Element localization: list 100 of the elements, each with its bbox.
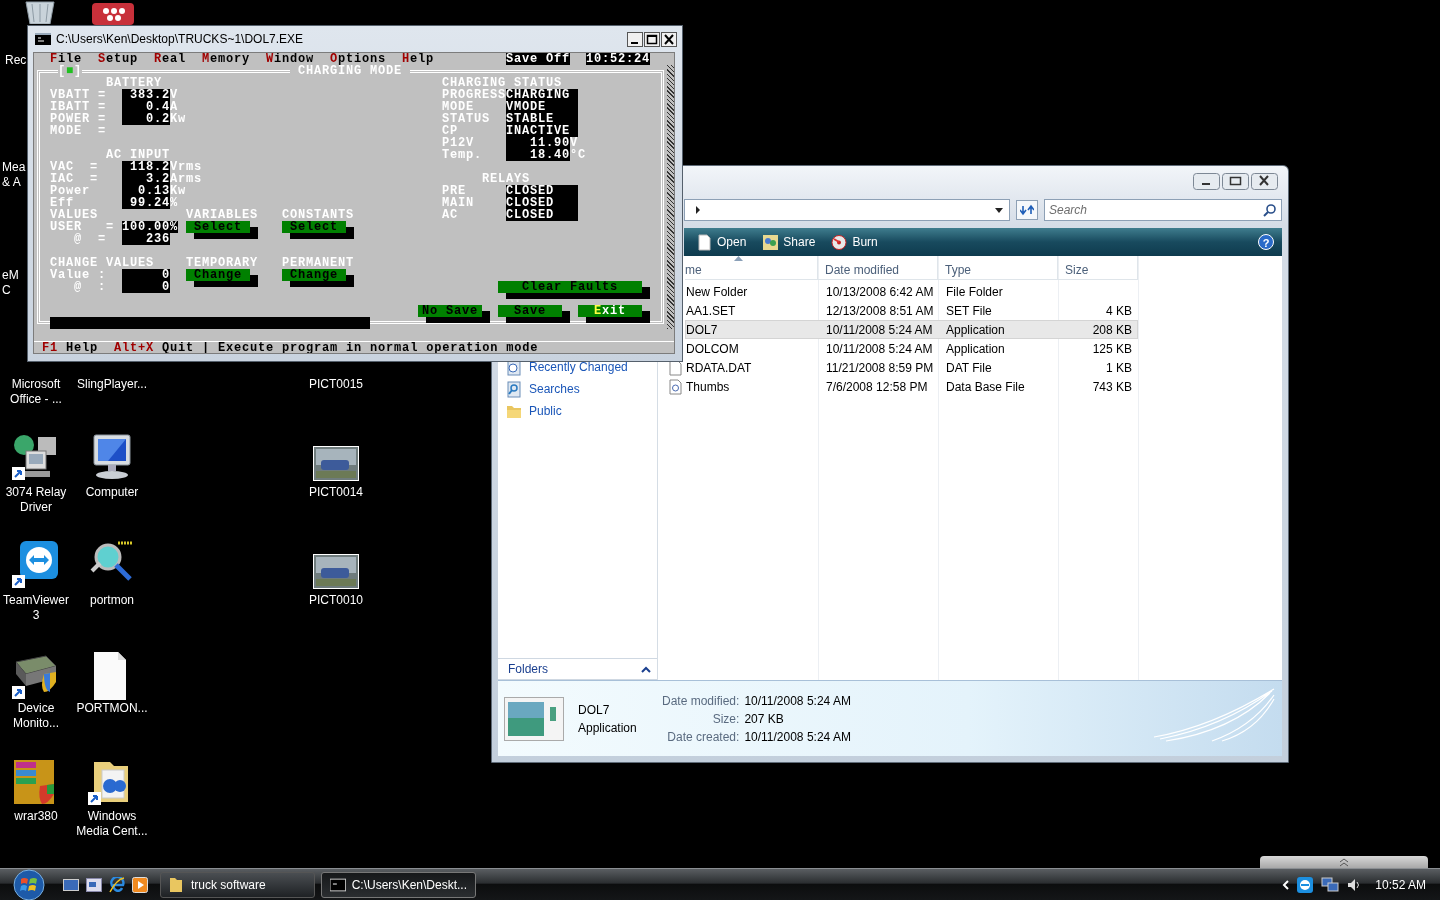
- detail-label: Date modified:: [662, 693, 740, 708]
- frame-marker: [■]: [58, 65, 82, 77]
- menu-item[interactable]: Memory: [202, 53, 250, 65]
- clock: 10:52:24: [586, 53, 650, 65]
- field-value: CLOSED: [506, 197, 578, 209]
- field-label: PRE: [442, 185, 466, 197]
- nav-item[interactable]: Public: [506, 402, 657, 420]
- app-icon[interactable]: [90, 3, 136, 25]
- chevron-left-icon[interactable]: [1282, 879, 1290, 890]
- field-unit: °C: [570, 149, 586, 161]
- field-label: MAIN: [442, 197, 474, 209]
- photo-thumbnail[interactable]: [313, 554, 359, 589]
- folders-toggle[interactable]: Folders: [498, 658, 657, 680]
- field-unit: Arms: [170, 173, 202, 185]
- file-date: 10/11/2008 5:24 AM: [825, 322, 934, 337]
- nav-item[interactable]: Searches: [506, 380, 657, 398]
- field-label: STATUS: [442, 113, 490, 125]
- icon-label[interactable]: Windows Media Cent...: [74, 809, 150, 839]
- column-header[interactable]: Date modified: [818, 256, 938, 279]
- volume-icon[interactable]: [1347, 877, 1362, 892]
- field-label: Eff: [50, 197, 74, 209]
- menu-item[interactable]: Window: [266, 53, 314, 65]
- field-unit: V: [570, 137, 578, 149]
- toolbar-button[interactable]: Open: [694, 231, 749, 253]
- maximize-button[interactable]: [1222, 172, 1249, 190]
- field-unit: A: [170, 101, 178, 113]
- file-row[interactable]: RDATA.DAT 11/21/2008 8:59 PM DAT File 1 KB: [685, 358, 1138, 377]
- photo-thumbnail[interactable]: [313, 446, 359, 481]
- window-title: C:\Users\Ken\Desktop\TRUCKS~1\DOL7.EXE: [56, 32, 305, 46]
- search-icon: [1263, 204, 1276, 217]
- detail-value: 10/11/2008 5:24 AM: [744, 693, 851, 708]
- windows-stack-icon[interactable]: [86, 877, 102, 892]
- taskbar-button[interactable]: C:\Users\Ken\Deskt...: [321, 871, 476, 898]
- section-heading: VALUES: [50, 209, 98, 221]
- close-button[interactable]: [661, 31, 677, 47]
- search-field[interactable]: Search: [1044, 199, 1282, 221]
- menu-item[interactable]: Help: [402, 53, 434, 65]
- key-hint: F1 Help: [41, 342, 99, 353]
- icon-label[interactable]: PORTMON...: [74, 701, 150, 716]
- icon-label[interactable]: eM C: [2, 268, 26, 298]
- icon-label[interactable]: Mea & A: [2, 160, 26, 190]
- refresh-button[interactable]: [1016, 200, 1038, 220]
- minimize-button[interactable]: [627, 31, 643, 47]
- icon-label[interactable]: Device Monito...: [0, 701, 74, 731]
- file-type: DAT File: [945, 360, 993, 375]
- field-label: USER =: [50, 221, 114, 233]
- detail-label: Date created:: [666, 729, 740, 744]
- database-file-icon: [669, 379, 682, 395]
- icon-label[interactable]: Rec: [5, 53, 27, 68]
- column-header[interactable]: me: [685, 256, 818, 279]
- status-message: | Execute program in normal operation mode: [201, 342, 539, 353]
- icon-label[interactable]: PICT0014: [298, 485, 374, 500]
- menu-item[interactable]: Real: [154, 53, 186, 65]
- icon-label[interactable]: wrar380: [0, 809, 74, 824]
- file-row[interactable]: DOL7 10/11/2008 5:24 AM Application 208 KB: [685, 320, 1138, 339]
- icon-label[interactable]: PICT0010: [298, 593, 374, 608]
- taskbar-button[interactable]: truck software: [160, 871, 315, 898]
- toolbar-button[interactable]: Burn: [829, 231, 880, 253]
- field-value: 11.90: [506, 137, 570, 149]
- menu-item[interactable]: File: [50, 53, 82, 65]
- column-header[interactable]: Type: [938, 256, 1058, 279]
- section-heading: CHARGING STATUS: [442, 77, 562, 89]
- icon-label[interactable]: Computer: [74, 485, 150, 500]
- icon-label[interactable]: portmon: [74, 593, 150, 608]
- minimize-button[interactable]: [1193, 172, 1220, 190]
- sort-arrow-icon: [734, 256, 743, 261]
- file-size: 208 KB: [1091, 322, 1133, 337]
- icon-label[interactable]: PICT0015: [298, 377, 374, 392]
- close-button[interactable]: [1251, 172, 1278, 190]
- field-label: IAC =: [50, 173, 98, 185]
- column-header[interactable]: Size: [1058, 256, 1138, 279]
- field-value: 383.2: [122, 89, 170, 101]
- icon-label[interactable]: SlingPlayer...: [74, 377, 150, 392]
- help-button[interactable]: ?: [1258, 234, 1274, 250]
- toolbar-button[interactable]: Share: [760, 231, 818, 253]
- maximize-button[interactable]: [644, 31, 660, 47]
- media-player-icon[interactable]: [132, 876, 148, 893]
- file-row[interactable]: New Folder 10/13/2008 6:42 AM File Folder: [685, 282, 1138, 301]
- file-row[interactable]: AA1.SET 12/13/2008 8:51 AM SET File 4 KB: [685, 301, 1138, 320]
- icon-label[interactable]: 3074 Relay Driver: [0, 485, 74, 515]
- icon-label[interactable]: TeamViewer 3: [0, 593, 72, 623]
- console-icon: [330, 876, 346, 893]
- field-label: IBATT =: [50, 101, 106, 113]
- file-date: 10/11/2008 5:24 AM: [825, 341, 934, 356]
- file-row[interactable]: Thumbs 7/6/2008 12:58 PM Data Base File 743 KB: [685, 377, 1138, 396]
- network-icon[interactable]: [1321, 876, 1340, 893]
- scrollbar[interactable]: [667, 65, 674, 329]
- desktop-icon[interactable]: [63, 877, 79, 892]
- icon-label[interactable]: Microsoft Office - ...: [0, 377, 74, 407]
- field-value: 118.2: [122, 161, 170, 173]
- mode-title: CHARGING MODE: [290, 65, 410, 77]
- browser-icon[interactable]: [109, 876, 125, 893]
- menu-item[interactable]: Options: [330, 53, 386, 65]
- section-heading: RELAYS: [482, 173, 530, 185]
- file-name: DOLCOM: [686, 341, 740, 356]
- dropdown-arrow-icon[interactable]: [995, 207, 1003, 213]
- page-icon: [696, 233, 712, 251]
- section-heading: AC INPUT: [106, 149, 170, 161]
- menu-item[interactable]: Setup: [98, 53, 138, 65]
- file-row[interactable]: DOLCOM 10/11/2008 5:24 AM Application 125 KB: [685, 339, 1138, 358]
